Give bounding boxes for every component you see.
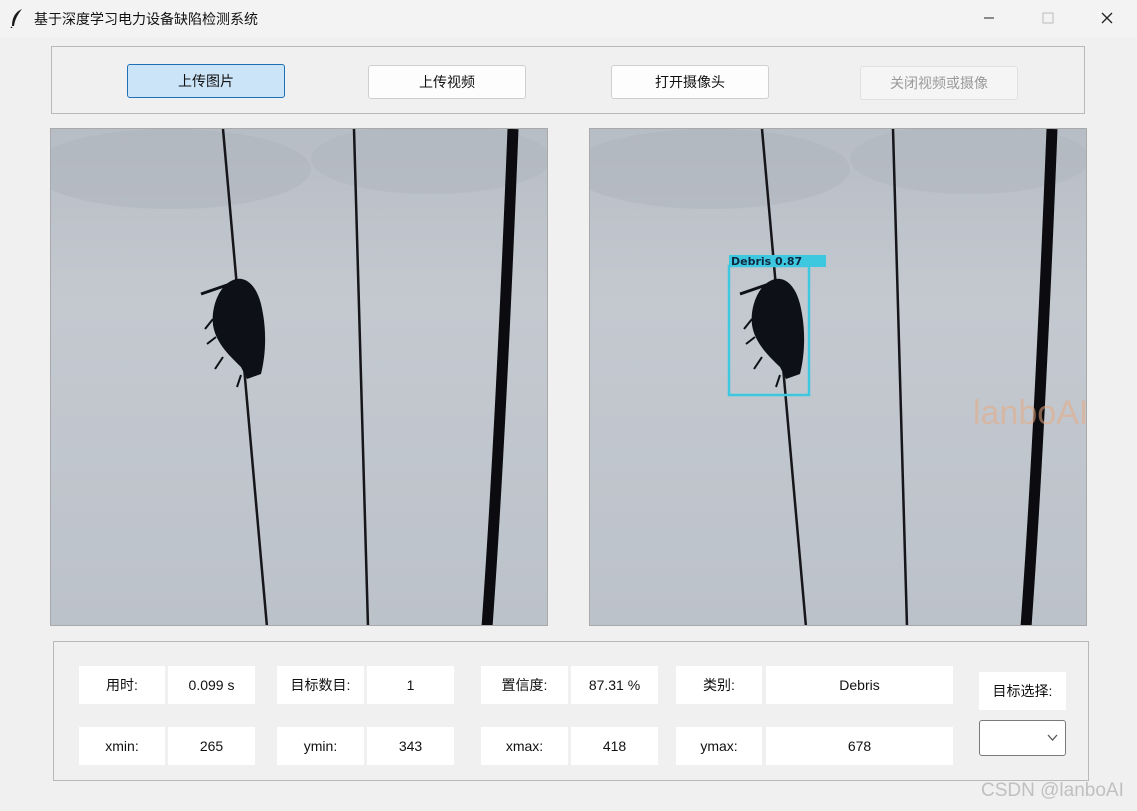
- confidence-label: 置信度:: [481, 666, 568, 704]
- maximize-button[interactable]: [1019, 0, 1077, 36]
- close-button[interactable]: [1078, 0, 1136, 36]
- class-label: 类别:: [676, 666, 762, 704]
- maximize-icon: [1042, 12, 1054, 24]
- ymax-value: 678: [766, 727, 953, 765]
- window-title: 基于深度学习电力设备缺陷检测系统: [34, 11, 258, 27]
- class-value: Debris: [766, 666, 953, 704]
- title-bar: 基于深度学习电力设备缺陷检测系统: [0, 0, 1137, 38]
- count-label: 目标数目:: [277, 666, 364, 704]
- upload-video-button[interactable]: 上传视频: [368, 65, 526, 99]
- confidence-value: 87.31 %: [571, 666, 658, 704]
- original-image-panel: [50, 128, 548, 626]
- ymin-label: ymin:: [277, 727, 364, 765]
- close-icon: [1101, 12, 1113, 24]
- detection-image: Debris 0.87: [590, 129, 1086, 625]
- time-value: 0.099 s: [168, 666, 255, 704]
- minimize-button[interactable]: [960, 0, 1018, 36]
- ymin-value: 343: [367, 727, 454, 765]
- target-select-label: 目标选择:: [979, 672, 1066, 710]
- time-label: 用时:: [79, 666, 165, 704]
- open-camera-button[interactable]: 打开摄像头: [611, 65, 769, 99]
- target-select-dropdown[interactable]: [979, 720, 1066, 756]
- close-video-camera-button: 关闭视频或摄像: [860, 66, 1018, 100]
- ymax-label: ymax:: [676, 727, 762, 765]
- feather-icon: [10, 9, 22, 28]
- xmin-label: xmin:: [79, 727, 165, 765]
- chevron-down-icon: [1047, 734, 1058, 741]
- minimize-icon: [984, 17, 994, 19]
- detection-image-panel: Debris 0.87 lanboAI: [589, 128, 1087, 626]
- xmax-label: xmax:: [481, 727, 568, 765]
- count-value: 1: [367, 666, 454, 704]
- image-watermark: lanboAI: [973, 394, 1087, 432]
- footer-watermark: CSDN @lanboAI: [981, 780, 1124, 801]
- upload-image-button[interactable]: 上传图片: [127, 64, 285, 98]
- detection-label: Debris 0.87: [731, 255, 802, 268]
- xmin-value: 265: [168, 727, 255, 765]
- original-image: [51, 129, 547, 625]
- xmax-value: 418: [571, 727, 658, 765]
